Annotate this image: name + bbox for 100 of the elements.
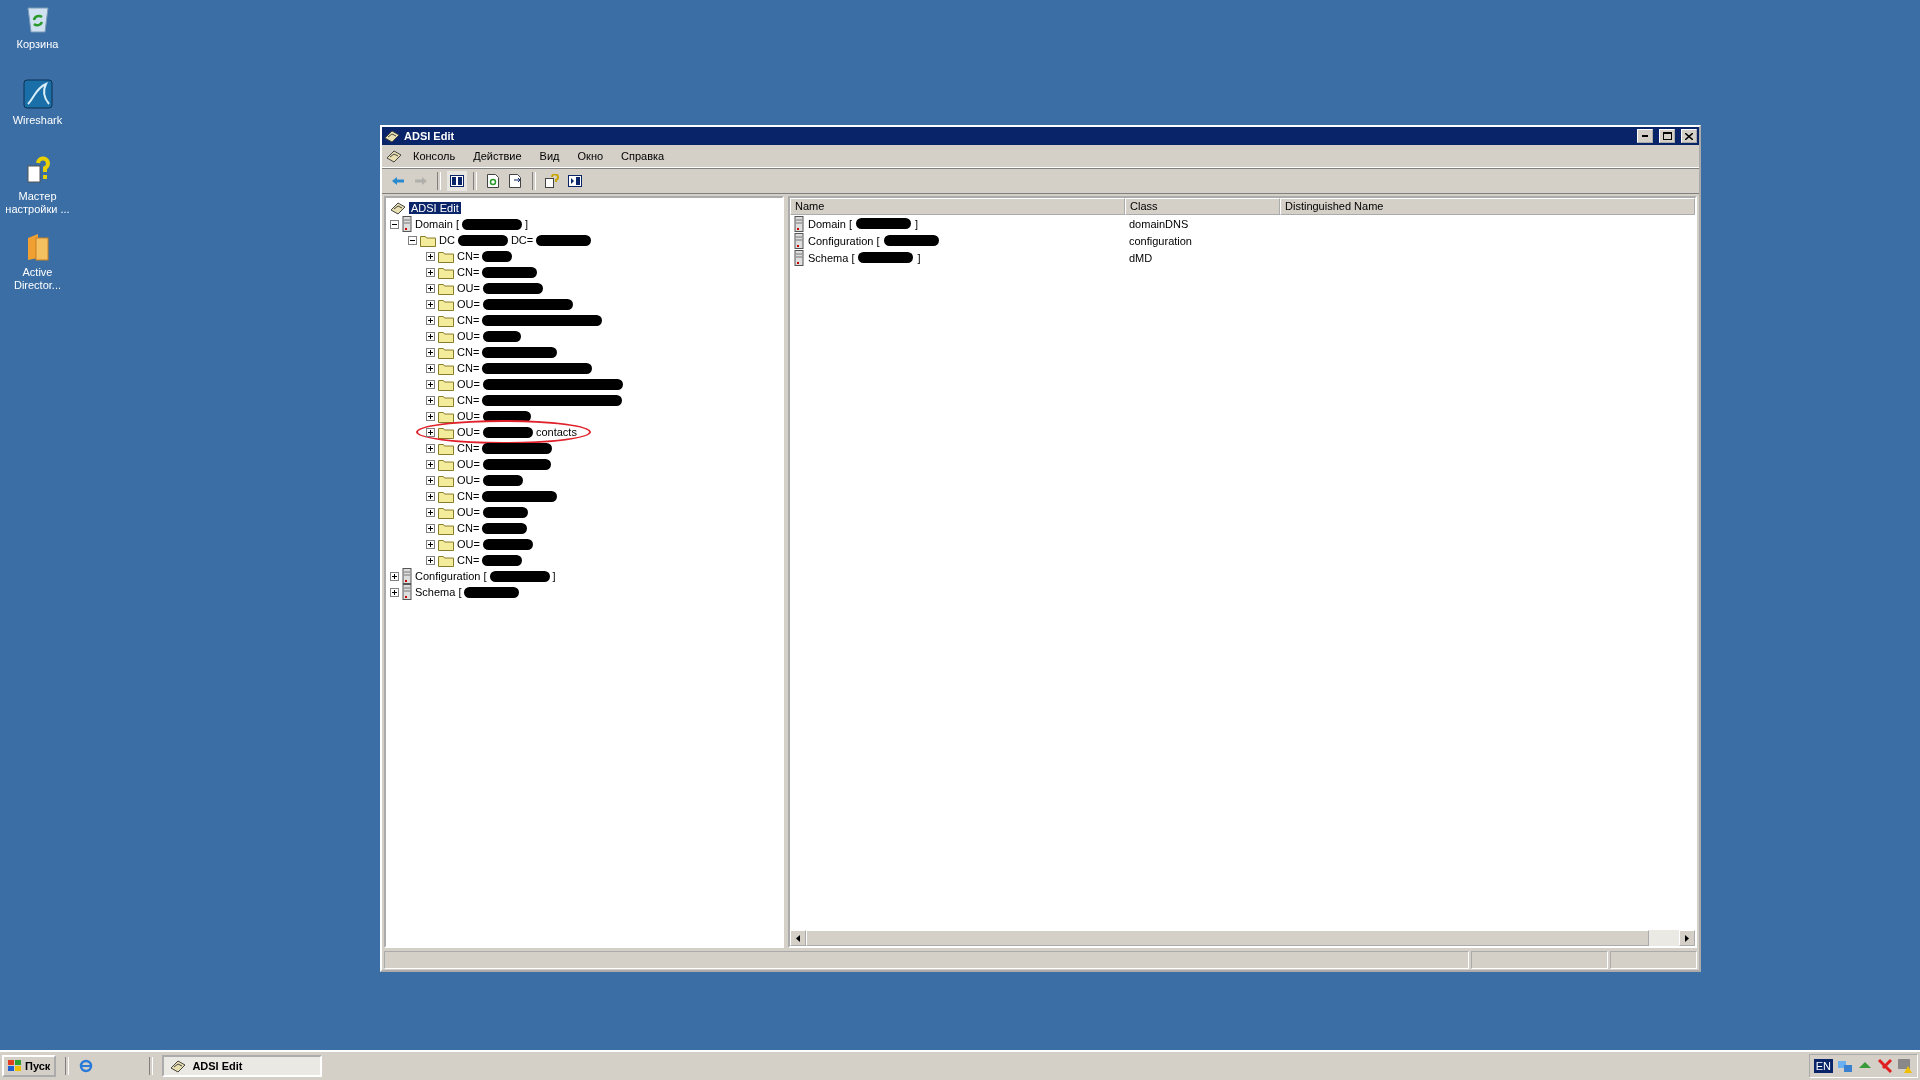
expand-icon[interactable] (426, 491, 435, 501)
tree-root-label[interactable]: ADSI Edit (409, 202, 461, 214)
folder-icon (438, 425, 454, 439)
expand-icon[interactable] (426, 315, 435, 325)
fin-icon[interactable] (21, 78, 54, 110)
table-cell[interactable]: Schema [ (808, 251, 855, 264)
folder-icon (438, 297, 454, 311)
expand-icon[interactable] (426, 539, 435, 549)
expand-icon[interactable] (426, 411, 435, 421)
folder-icon (438, 265, 454, 279)
node-label[interactable]: Schema [ (415, 586, 462, 598)
desktop-icon-label[interactable]: Active Director... (0, 266, 75, 292)
column-header[interactable]: Name (790, 198, 1125, 215)
expand-icon[interactable] (390, 571, 399, 581)
node-label[interactable]: CN= (457, 442, 480, 454)
menu-item[interactable]: Консоль (406, 148, 463, 164)
node-label[interactable]: OU= (457, 474, 480, 486)
column-header[interactable]: Class (1125, 198, 1280, 215)
node-label[interactable]: CN= (457, 362, 480, 374)
table-cell[interactable]: ] (917, 251, 921, 264)
node-label[interactable]: CN= (457, 314, 480, 326)
taskbar-button[interactable]: ADSI Edit (162, 1055, 323, 1077)
node-label[interactable]: ] (552, 570, 556, 582)
close-icon (1685, 132, 1693, 140)
expand-icon[interactable] (426, 251, 435, 261)
expand-icon[interactable] (426, 507, 435, 517)
expand-icon[interactable] (426, 523, 435, 533)
table-cell: dMD (1129, 251, 1153, 264)
expand-icon[interactable] (426, 363, 435, 373)
windows-flag-icon (8, 1060, 22, 1072)
scroll-right-icon[interactable] (1685, 934, 1689, 942)
node-label[interactable]: OU= (457, 506, 480, 518)
node-label[interactable]: OU= (457, 426, 480, 438)
desktop-icon-label[interactable]: Wireshark (12, 114, 63, 127)
node-label[interactable]: CN= (457, 522, 480, 534)
toolbar-button[interactable] (542, 171, 562, 191)
expand-icon[interactable] (426, 475, 435, 485)
node-label[interactable]: CN= (457, 266, 480, 278)
menu-item[interactable]: Окно (570, 148, 611, 164)
node-label[interactable]: CN= (457, 490, 480, 502)
node-label[interactable]: CN= (457, 554, 480, 566)
node-label[interactable]: OU= (457, 410, 480, 422)
refresh-icon (487, 174, 499, 188)
folder-icon (438, 313, 454, 327)
table-cell[interactable]: ] (915, 217, 919, 230)
table-cell[interactable]: Domain [ (808, 217, 853, 230)
expand-icon[interactable] (426, 299, 435, 309)
expand-icon[interactable] (426, 427, 435, 437)
node-label[interactable]: Configuration [ (415, 570, 487, 582)
node-label[interactable]: OU= (457, 282, 480, 294)
expand-icon[interactable] (426, 347, 435, 357)
network-icon[interactable] (1837, 1058, 1853, 1074)
node-label[interactable]: CN= (457, 394, 480, 406)
expand-icon[interactable] (426, 379, 435, 389)
node-label[interactable]: DC= (510, 234, 534, 246)
horizontal-scrollbar[interactable] (790, 930, 1695, 946)
menu-item[interactable]: Вид (532, 148, 567, 164)
maximize-button[interactable] (1659, 129, 1675, 143)
collapse-icon[interactable] (408, 235, 417, 245)
toolbar-button[interactable] (447, 171, 467, 191)
expand-icon[interactable] (426, 267, 435, 277)
menu-item[interactable]: Справка (614, 148, 672, 164)
node-label[interactable]: OU= (457, 458, 480, 470)
folder-icon (438, 361, 454, 375)
node-label[interactable]: contacts (535, 426, 577, 438)
window-title: ADSI Edit (404, 130, 456, 142)
scroll-left-icon[interactable] (796, 934, 800, 942)
expand-icon[interactable] (426, 331, 435, 341)
node-label[interactable]: OU= (457, 298, 480, 310)
expand-icon[interactable] (426, 459, 435, 469)
node-label[interactable]: CN= (457, 250, 480, 262)
expand-icon[interactable] (426, 555, 435, 565)
expand-icon[interactable] (390, 587, 399, 597)
server-icon (402, 216, 412, 232)
language-indicator[interactable]: EN (1813, 1059, 1833, 1073)
desktop-icon-label[interactable]: Корзина (16, 38, 59, 51)
menu-item[interactable]: Действие (466, 148, 529, 164)
column-header[interactable]: Distinguished Name (1280, 198, 1695, 215)
node-label[interactable]: OU= (457, 538, 480, 550)
node-label[interactable]: ] (525, 218, 529, 230)
expand-icon[interactable] (426, 283, 435, 293)
minimize-button[interactable] (1637, 129, 1653, 143)
close-button[interactable] (1681, 129, 1697, 143)
start-button[interactable]: Пуск (2, 1055, 57, 1077)
help-icon (545, 174, 559, 188)
desktop-icon-label[interactable]: Мастер настройки ... (0, 190, 75, 216)
node-label[interactable]: DC (439, 234, 455, 246)
table-cell[interactable]: Configuration [ (808, 234, 880, 247)
node-label[interactable]: CN= (457, 346, 480, 358)
folder-icon (438, 553, 454, 567)
node-label[interactable]: OU= (457, 330, 480, 342)
antivirus-icon[interactable] (1877, 1058, 1893, 1074)
collapse-icon[interactable] (390, 219, 399, 229)
expand-icon[interactable] (426, 395, 435, 405)
folder-icon (438, 409, 454, 423)
node-label[interactable]: OU= (457, 378, 480, 390)
node-label[interactable]: Domain [ (415, 218, 460, 230)
folder-icon (438, 393, 454, 407)
expand-icon[interactable] (426, 443, 435, 453)
folder-icon (438, 249, 454, 263)
